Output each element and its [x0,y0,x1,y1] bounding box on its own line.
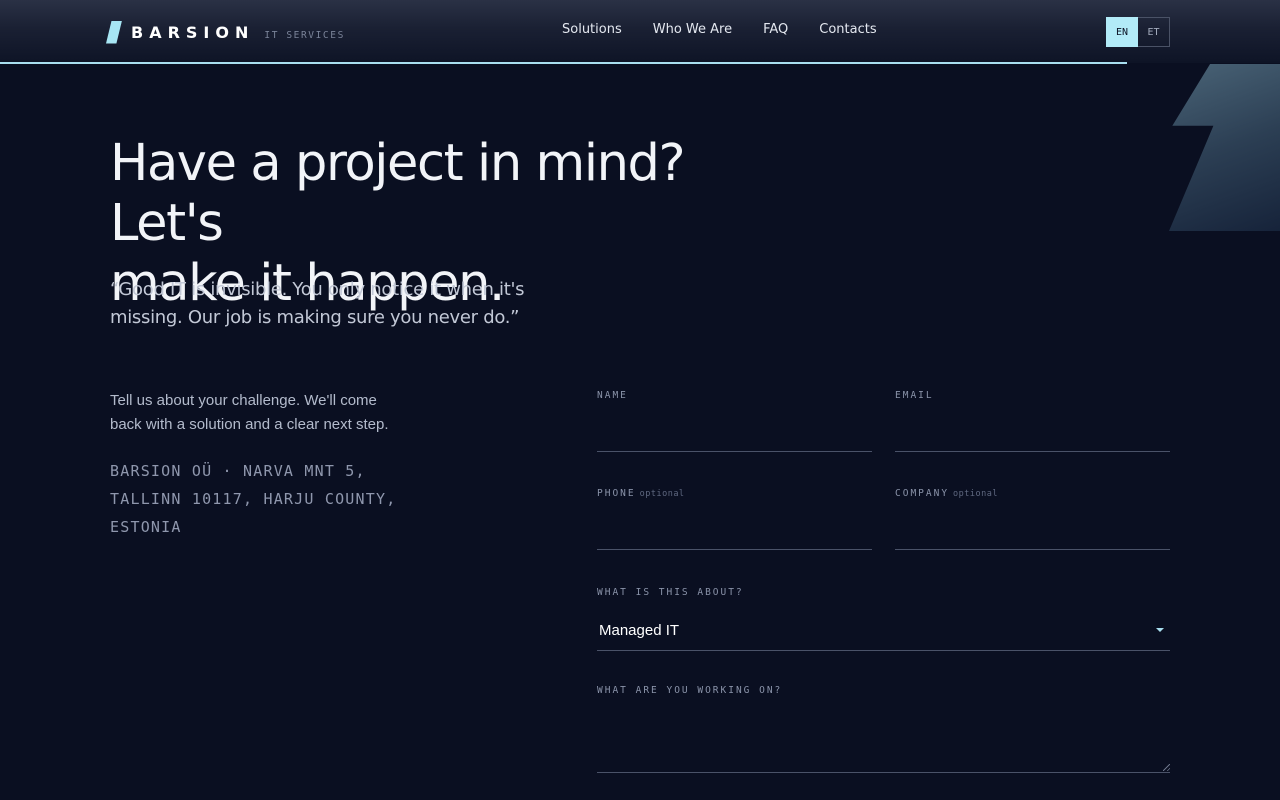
address-line-2: TALLINN 10117, HARJU COUNTY, [110,490,397,508]
chevron-down-icon [1156,628,1164,632]
address-line-1: BARSION OÜ · NARVA MNT 5, [110,462,366,480]
contact-page: BARSION IT SERVICES Solutions Who We Are… [0,0,1280,800]
scroll-progress-bar [0,62,1127,64]
optional-tag: optional [639,489,685,499]
nav-item-solutions[interactable]: Solutions [562,22,622,37]
lang-et-button[interactable]: ET [1138,17,1170,47]
address-line-3: ESTONIA [110,518,182,536]
email-field-group: EMAIL [895,390,1170,460]
topic-field-group: WHAT IS THIS ABOUT? Managed IT [597,587,1170,657]
site-header: BARSION IT SERVICES Solutions Who We Are… [0,0,1280,63]
logo-mark-icon [106,20,122,44]
topic-label: WHAT IS THIS ABOUT? [597,587,744,598]
phone-label-text: PHONE [597,488,636,499]
email-label: EMAIL [895,390,934,401]
phone-label: PHONE optional [597,488,872,499]
company-label-text: COMPANY [895,488,950,499]
quote-line-2: missing. Our job is making sure you neve… [110,307,520,328]
optional-tag: optional [953,489,998,499]
name-field-group: NAME [597,390,872,460]
phone-field-group: PHONE optional [597,488,872,558]
topic-select[interactable]: Managed IT [597,611,1170,651]
main-nav: Solutions Who We Are FAQ Contacts [562,22,877,37]
brand-name: BARSION [131,22,255,42]
message-label: WHAT ARE YOU WORKING ON? [597,685,783,696]
company-address: BARSION OÜ · NARVA MNT 5, TALLINN 10117,… [110,457,430,541]
message-textarea[interactable] [597,705,1170,773]
name-field[interactable] [597,416,872,452]
brand-tagline: IT SERVICES [264,29,345,41]
nav-item-who-we-are[interactable]: Who We Are [653,22,732,37]
logo[interactable]: BARSION IT SERVICES [106,20,345,44]
intro-line-2: back with a solution and a clear next st… [110,416,389,433]
intro-line-1: Tell us about your challenge. We'll come [110,392,377,409]
lang-en-button[interactable]: EN [1106,17,1138,47]
decorative-shape [1169,64,1280,231]
company-label: COMPANY optional [895,488,1170,499]
name-label: NAME [597,390,628,401]
phone-field[interactable] [597,514,872,550]
company-field-group: COMPANY optional [895,488,1170,558]
quote-line-1: “Good IT is invisible. You only notice i… [110,279,525,300]
contact-intro: Tell us about your challenge. We'll come… [110,389,410,437]
hero-quote: “Good IT is invisible. You only notice i… [110,276,550,332]
resize-handle-icon[interactable] [1163,764,1170,771]
nav-item-faq[interactable]: FAQ [763,22,788,37]
topic-select-value: Managed IT [599,622,680,639]
language-switcher: EN ET [1106,17,1170,47]
headline-line-1: Have a project in mind? Let's [110,134,686,253]
nav-item-contacts[interactable]: Contacts [819,22,876,37]
email-field[interactable] [895,416,1170,452]
message-field-group: WHAT ARE YOU WORKING ON? [597,685,1170,780]
company-field[interactable] [895,514,1170,550]
